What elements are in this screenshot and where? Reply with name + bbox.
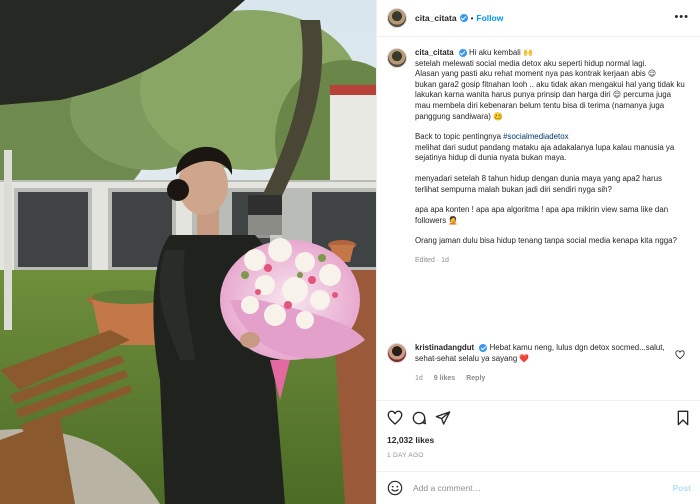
bookmark-icon[interactable] [675,410,691,426]
caption-text: cita_citata Hi aku kembali 🙌 setelah mel… [415,48,685,267]
author-avatar[interactable] [387,8,407,28]
caption-line: Alasan yang pasti aku rehat moment nya p… [415,69,657,79]
like-count[interactable]: 12,032 likes [387,435,434,445]
caption-line: setelah melewati social media detox aku … [415,58,647,68]
heart-icon[interactable] [387,410,403,426]
post-comments-area[interactable]: cita_citata Hi aku kembali 🙌 setelah mel… [377,38,700,400]
caption-block: cita_citata Hi aku kembali 🙌 setelah mel… [387,48,687,267]
hashtag-link[interactable]: #socialmediadetox [503,132,568,141]
caption-line: melihat dari sudut pandang mataku aja ad… [415,142,675,163]
comment-likes[interactable]: 9 likes [434,374,455,385]
caption-line: Hi aku kembali 🙌 [469,48,533,57]
comment-meta: 1d 9 likes Reply [415,374,665,385]
edited-label: Edited [415,256,435,264]
verified-badge-icon [458,48,467,57]
add-comment-input[interactable] [413,483,663,493]
post-comment-button[interactable]: Post [673,483,691,493]
verified-badge-icon [459,14,468,22]
post-actions-bar: 12,032 likes 1 DAY AGO [377,400,700,470]
commenter-avatar[interactable] [387,343,407,363]
caption-line: apa apa konten ! apa apa algoritma ! apa… [415,205,669,225]
caption-line: Back to topic pentingnya [415,132,504,142]
header-separator: • [470,13,474,23]
follow-button[interactable]: Follow [476,13,503,23]
comment-item: kristinadangdut Hebat kamu neng, lulus d… [387,343,693,385]
caption-line: menyadari setelah 8 tahun hidup dengan d… [415,173,662,194]
photo-illustration [0,0,376,504]
verified-badge-icon [479,343,488,352]
caption-line: bukan gara2 gosip fitnahan looh .. aku t… [415,79,685,121]
caption-author-avatar[interactable] [387,48,407,68]
smiley-icon[interactable] [387,480,403,496]
caption-meta: Edited · 1d [415,256,449,264]
caption-username[interactable]: cita_citata [415,48,454,57]
author-username[interactable]: cita_citata [415,13,457,23]
paper-plane-icon[interactable] [435,410,451,426]
comment-time: 1d [415,375,423,383]
reply-button[interactable]: Reply [466,374,485,385]
post-side-panel: cita_citata • Follow ••• cita_citata Hi … [376,0,700,504]
post-header: cita_citata • Follow ••• [377,0,700,37]
caption-line: Orang jaman dulu bisa hidup tenang tanpa… [415,236,677,246]
comment-bubble-icon[interactable] [411,410,427,426]
post-photo[interactable] [0,0,376,504]
comment-heart-icon[interactable] [675,350,685,360]
post-timestamp: 1 DAY AGO [387,452,424,459]
add-comment-bar: Post [377,471,700,504]
more-options-icon[interactable]: ••• [674,12,689,23]
comment-body: kristinadangdut Hebat kamu neng, lulus d… [415,343,665,385]
instagram-post-window: cita_citata • Follow ••• cita_citata Hi … [0,0,700,504]
commenter-username[interactable]: kristinadangdut [415,343,474,352]
edited-time: 1d [441,256,449,264]
